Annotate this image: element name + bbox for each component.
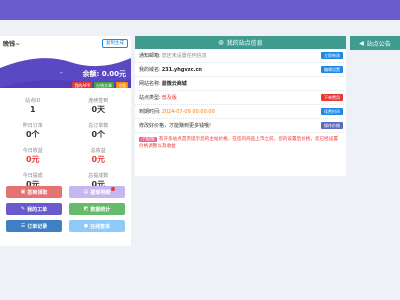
stat-value: 0个: [91, 130, 106, 139]
site-info-row: 到期时间: 2024-07-09 00:00:00 续费时间: [135, 105, 346, 119]
balance-value: 余额: 0.00元: [82, 70, 126, 78]
action-button[interactable]: ● 在线查单: [69, 220, 125, 232]
action-button[interactable]: ◩ 数据统计: [69, 203, 125, 215]
action-buttons: ▣ 签到领取 ▤ 提现明细 ✎ 我的工单 ◩ 数据统计 ☰ 订单记录 ● 在线查单: [0, 186, 131, 232]
row-value: 2024-07-09 00:00:00: [161, 108, 215, 115]
row-key: 我的域名:: [139, 67, 161, 73]
copy-button[interactable]: 复制生成: [102, 38, 128, 48]
button-icon: ☰: [20, 223, 26, 229]
row-value: 普及版: [161, 95, 177, 101]
balance-badge[interactable]: 我的APP: [72, 82, 92, 88]
site-info-row: 网站名称: 蓝微云商城: [135, 77, 346, 91]
announcement-title: 站点公告: [366, 40, 391, 48]
balance-card: - 余额: 0.00元 我的APP 分销文章 充值: [0, 50, 131, 88]
button-label: 订单记录: [27, 223, 48, 230]
notice-text: 有许多站点首页提示您的主站价格，在您的商品上市之前，您的设置后价格，您已经设置价…: [139, 137, 338, 149]
action-button[interactable]: ☰ 订单记录: [6, 220, 62, 232]
action-button[interactable]: ✎ 我的工单: [6, 203, 62, 215]
site-info-title: 我的站点信息: [226, 40, 263, 47]
button-label: 签到领取: [27, 189, 48, 196]
stat-item: 总收益 0元: [66, 147, 132, 172]
stat-label: 昨日订单: [22, 123, 43, 129]
row-action-button[interactable]: 续费时间: [321, 108, 343, 115]
row-action-button[interactable]: 立即修改: [321, 52, 343, 59]
site-info-panel: ◍ 我的站点信息 通知邮箱: 您还未设置任何信息 立即修改我的域名: 231.yhgv…: [135, 36, 346, 176]
stat-value: 0元: [25, 155, 40, 164]
globe-icon: ◍: [218, 39, 224, 46]
site-info-row: 修改好价格，才能赚到更多钱哦! 操作价格: [135, 119, 346, 133]
row-action-button[interactable]: 下单费用: [321, 94, 343, 101]
row-action-button[interactable]: 操作价格: [321, 122, 343, 129]
stat-value: 0元: [91, 155, 106, 164]
site-info-rows: 通知邮箱: 您还未设置任何信息 立即修改我的域名: 231.yhgvzc.cn 编辑设置…: [135, 49, 346, 133]
row-value: 您还未设置任何信息: [161, 53, 207, 59]
row-key: 修改好价格，才能赚到更多钱哦!: [139, 123, 212, 129]
site-info-row: 站点类型: 普及版 下单费用: [135, 91, 346, 105]
button-label: 数据统计: [90, 206, 111, 213]
stat-value: 0天: [91, 105, 106, 114]
stat-label: 站点ID: [25, 98, 41, 104]
button-icon: ●: [83, 223, 89, 229]
stat-value: 0个: [25, 130, 40, 139]
stat-item: 连续签到 0天: [66, 97, 132, 122]
stat-label: 总收益: [90, 148, 106, 154]
action-button[interactable]: ▣ 签到领取: [6, 186, 62, 198]
stat-label: 总订单数: [88, 123, 109, 129]
balance-badges: 我的APP 分销文章 充值: [72, 82, 128, 88]
button-label: 我的工单: [27, 206, 48, 213]
stats-grid: 站点ID 1 连续签到 0天 昨日订单 0个 总订单数 0个 今日收益 0元 总收益 0元 今日提成 0元…: [0, 88, 131, 197]
bullhorn-icon: ◀: [359, 39, 364, 47]
site-info-header: ◍ 我的站点信息: [135, 36, 346, 49]
stat-label: 今日收益: [22, 148, 43, 154]
row-value: 蓝微云商城: [161, 81, 187, 87]
stat-item: 今日收益 0元: [0, 147, 66, 172]
stat-label: 连续签到: [88, 98, 109, 104]
stat-label: 总提成数: [88, 173, 109, 179]
balance-badge[interactable]: 分销文章: [94, 82, 114, 88]
stat-value: 1: [29, 105, 36, 114]
row-key: 通知邮箱:: [139, 53, 161, 59]
button-icon: ▤: [83, 189, 89, 195]
row-key: 站点类型:: [139, 95, 161, 101]
top-navigation-bar: [0, 0, 400, 20]
notification-dot: [111, 187, 115, 191]
notice: 小提醒 有许多站点首页提示您的主站价格，在您的商品上市之前，您的设置后价格，您已经…: [135, 133, 346, 153]
button-icon: ✎: [20, 206, 26, 212]
user-info-panel: 晚钱~ 复制生成 - 余额: 0.00元 我的APP 分销文章 充值 站点ID 1 连续…: [0, 36, 131, 246]
announcement-header: ◀ 站点公告: [350, 36, 400, 50]
site-info-row: 我的域名: 231.yhgvzc.cn 编辑设置: [135, 63, 346, 77]
button-label: 提现明细: [90, 189, 111, 196]
row-key: 网站名称:: [139, 81, 161, 87]
row-action-button[interactable]: 编辑设置: [321, 66, 343, 73]
action-button[interactable]: ▤ 提现明细: [69, 186, 125, 198]
button-icon: ▣: [20, 189, 26, 195]
stat-item: 昨日订单 0个: [0, 122, 66, 147]
user-header: 晚钱~ 复制生成: [0, 36, 131, 50]
site-info-row: 通知邮箱: 您还未设置任何信息 立即修改: [135, 49, 346, 63]
button-icon: ◩: [83, 206, 89, 212]
notice-tag: 小提醒: [139, 137, 157, 142]
balance-badge[interactable]: 充值: [116, 82, 128, 88]
balance-dash: -: [60, 69, 63, 77]
row-value: 231.yhgvzc.cn: [161, 66, 202, 73]
stat-item: 总订单数 0个: [66, 122, 132, 147]
stat-label: 今日提成: [22, 173, 43, 179]
button-label: 在线查单: [90, 223, 111, 230]
stat-item: 站点ID 1: [0, 97, 66, 122]
row-key: 到期时间:: [139, 109, 161, 115]
user-name: 晚钱~: [3, 40, 21, 48]
